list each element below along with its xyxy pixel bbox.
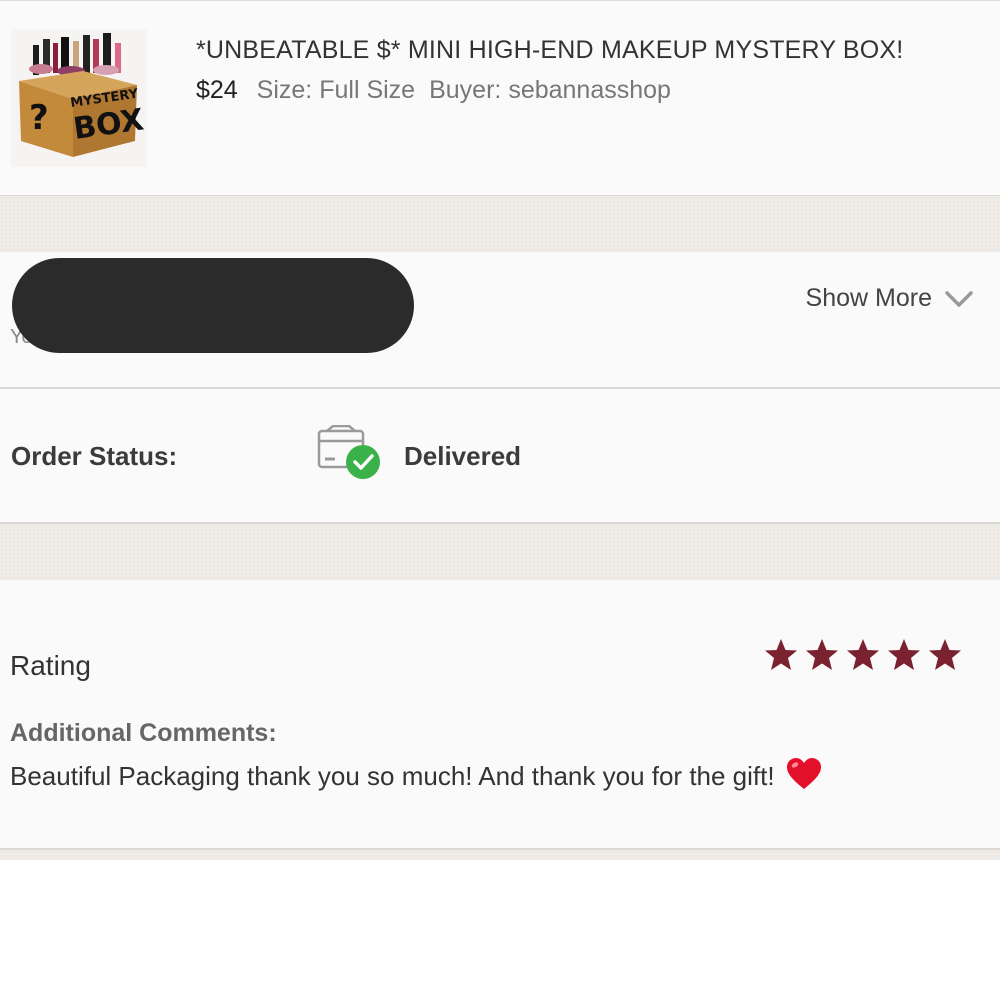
svg-text:?: ? bbox=[29, 98, 49, 138]
section-divider bbox=[0, 196, 1000, 252]
product-thumbnail[interactable]: ? MYSTERY BOX bbox=[11, 29, 147, 167]
star-icon bbox=[765, 639, 797, 670]
star-icon bbox=[929, 639, 961, 670]
comments-text-row: Beautiful Packaging thank you so much! A… bbox=[10, 757, 823, 792]
package-delivered-icon bbox=[317, 425, 380, 479]
rating-stars bbox=[763, 638, 963, 672]
star-icon bbox=[806, 639, 838, 670]
product-price: $24 bbox=[196, 76, 238, 104]
chevron-down-icon bbox=[945, 290, 973, 307]
section-divider bbox=[0, 850, 1000, 860]
comments-label: Additional Comments: bbox=[10, 719, 277, 747]
rating-section bbox=[0, 580, 1000, 850]
heart-icon bbox=[786, 758, 821, 789]
product-title[interactable]: *UNBEATABLE $* MINI HIGH-END MAKEUP MYST… bbox=[196, 31, 956, 70]
star-icon bbox=[888, 639, 920, 670]
size-label: Size: bbox=[256, 76, 313, 104]
rating-label: Rating bbox=[10, 650, 91, 681]
order-status-value: Delivered bbox=[404, 441, 522, 471]
redaction-bar bbox=[12, 258, 414, 353]
product-meta: $24 Size: Full Size Buyer: sebannasshop bbox=[196, 76, 956, 105]
buyer-value[interactable]: sebannasshop bbox=[508, 76, 671, 104]
order-status-label: Order Status: bbox=[11, 441, 178, 471]
product-info: *UNBEATABLE $* MINI HIGH-END MAKEUP MYST… bbox=[196, 31, 956, 105]
size-value: Full Size bbox=[319, 76, 416, 104]
show-more-label: Show More bbox=[805, 284, 932, 312]
buyer-label: Buyer: bbox=[429, 76, 502, 104]
show-more-button[interactable]: Show More bbox=[806, 284, 974, 313]
section-divider bbox=[0, 524, 1000, 580]
mystery-box-image: ? MYSTERY BOX bbox=[19, 33, 146, 157]
comments-text: Beautiful Packaging thank you so much! A… bbox=[10, 761, 775, 791]
product-card[interactable]: ? MYSTERY BOX *UNBEATABLE $* MINI HIGH-E… bbox=[0, 0, 1000, 197]
order-details-page: ? MYSTERY BOX *UNBEATABLE $* MINI HIGH-E… bbox=[0, 0, 1000, 1000]
star-icon bbox=[847, 639, 879, 670]
